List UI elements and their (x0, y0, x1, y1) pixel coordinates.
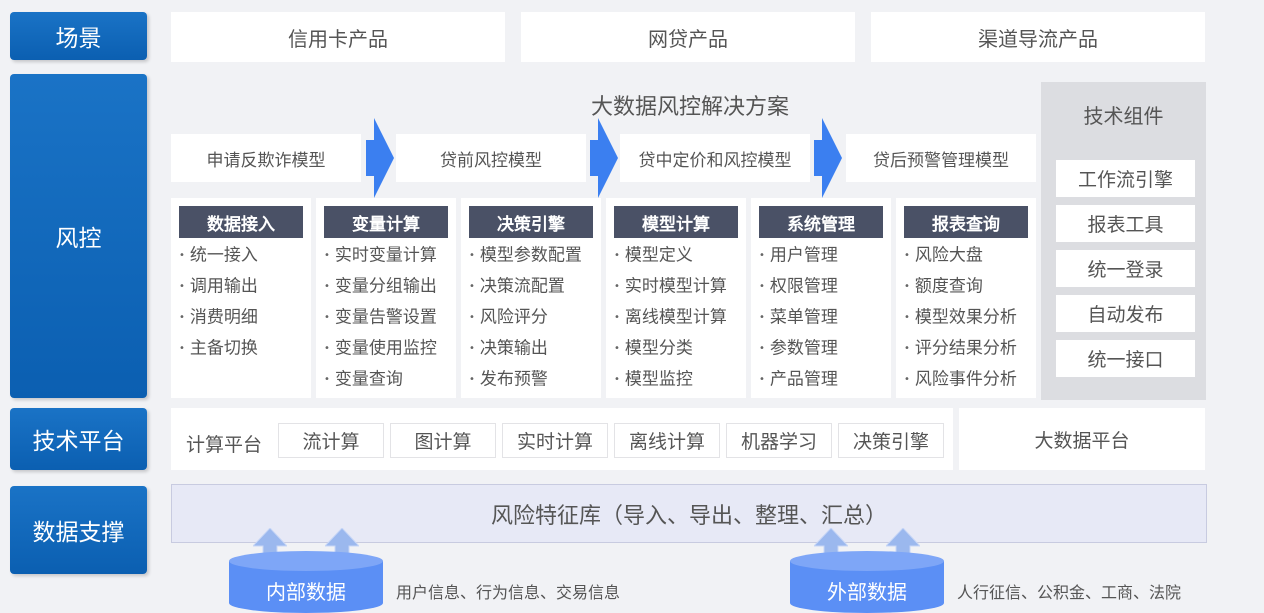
list-item: • 消费明细 (179, 307, 258, 328)
scene-online-loan: 网贷产品 (521, 12, 855, 62)
internal-data-label: 内部数据 (266, 580, 346, 604)
list-item: • 变量分组输出 (324, 276, 437, 297)
list-item: • 离线模型计算 (614, 307, 727, 328)
list-item: • 决策输出 (469, 338, 548, 359)
external-data-label: 外部数据 (827, 580, 907, 604)
list-item: • 决策流配置 (469, 276, 565, 297)
platform-graph: 图计算 (390, 423, 496, 458)
model-post-loan: 贷后预警管理模型 (846, 134, 1036, 182)
module-title: 模型计算 (614, 206, 738, 238)
sidebar-data-support: 数据支撑 (10, 486, 147, 574)
tech-item-sso: 统一登录 (1056, 250, 1195, 287)
module-data-access: 数据接入 • 统一接入 • 调用输出 • 消费明细 • 主备切换 (171, 198, 311, 398)
platform-offline: 离线计算 (614, 423, 720, 458)
tech-item-workflow: 工作流引擎 (1056, 160, 1195, 197)
list-item: • 模型参数配置 (469, 245, 582, 266)
list-item: • 模型分类 (614, 338, 693, 359)
model-anti-fraud: 申请反欺诈模型 (171, 134, 361, 182)
scene-credit-card: 信用卡产品 (171, 12, 505, 62)
list-item: • 菜单管理 (759, 307, 838, 328)
tech-components-panel: 技术组件 工作流引擎 报表工具 统一登录 自动发布 统一接口 (1041, 82, 1206, 400)
list-item: • 主备切换 (179, 338, 258, 359)
list-item: • 调用输出 (179, 276, 258, 297)
module-system-mgmt: 系统管理 • 用户管理 • 权限管理 • 菜单管理 • 参数管理 • 产品管理 (751, 198, 891, 398)
external-data-desc: 人行征信、公积金、工商、法院 (957, 583, 1182, 602)
list-item: • 变量告警设置 (324, 307, 437, 328)
list-item: • 权限管理 (759, 276, 838, 297)
model-in-loan: 贷中定价和风控模型 (620, 134, 810, 182)
platform-ml: 机器学习 (726, 423, 832, 458)
list-item: • 风险评分 (469, 307, 548, 328)
module-model-calc: 模型计算 • 模型定义 • 实时模型计算 • 离线模型计算 • 模型分类 • 模型监控 (606, 198, 746, 398)
tech-item-auto-deploy: 自动发布 (1056, 295, 1195, 332)
list-item: • 风险事件分析 (904, 369, 1017, 390)
list-item: • 发布预警 (469, 369, 548, 390)
list-item: • 统一接入 (179, 245, 258, 266)
compute-platform-label: 计算平台 (186, 434, 263, 456)
big-data-platform: 大数据平台 (959, 408, 1205, 470)
list-item: • 产品管理 (759, 369, 838, 390)
scene-channel: 渠道导流产品 (871, 12, 1205, 62)
platform-decision: 决策引擎 (838, 423, 944, 458)
internal-data-desc: 用户信息、行为信息、交易信息 (396, 583, 621, 602)
tech-item-unified-api: 统一接口 (1056, 340, 1195, 377)
module-title: 系统管理 (759, 206, 883, 238)
module-title: 数据接入 (179, 206, 303, 238)
list-item: • 模型效果分析 (904, 307, 1017, 328)
platform-stream: 流计算 (278, 423, 384, 458)
arrow-right-icon (590, 118, 618, 198)
module-report-query: 报表查询 • 风险大盘 • 额度查询 • 模型效果分析 • 评分结果分析 • 风险事件分析 (896, 198, 1036, 398)
module-title: 变量计算 (324, 206, 448, 238)
list-item: • 变量查询 (324, 369, 403, 390)
module-decision-engine: 决策引擎 • 模型参数配置 • 决策流配置 • 风险评分 • 决策输出 • 发布预警 (461, 198, 601, 398)
arrow-right-icon (814, 118, 842, 198)
list-item: • 评分结果分析 (904, 338, 1017, 359)
module-title: 报表查询 (904, 206, 1028, 238)
arrow-right-icon (366, 118, 394, 198)
model-pre-loan: 贷前风控模型 (396, 134, 586, 182)
platform-realtime: 实时计算 (502, 423, 608, 458)
list-item: • 参数管理 (759, 338, 838, 359)
list-item: • 变量使用监控 (324, 338, 437, 359)
list-item: • 实时变量计算 (324, 245, 437, 266)
list-item: • 模型监控 (614, 369, 693, 390)
risk-title: 大数据风控解决方案 (590, 95, 789, 120)
list-item: • 实时模型计算 (614, 276, 727, 297)
tech-item-report-tool: 报表工具 (1056, 205, 1195, 242)
tech-components-title: 技术组件 (1083, 104, 1164, 128)
list-item: • 额度查询 (904, 276, 983, 297)
list-item: • 模型定义 (614, 245, 693, 266)
module-title: 决策引擎 (469, 206, 593, 238)
sidebar-tech-platform: 技术平台 (10, 408, 147, 470)
sidebar-risk: 风控 (10, 74, 147, 398)
sidebar-scene: 场景 (10, 12, 147, 60)
list-item: • 用户管理 (759, 245, 838, 266)
list-item: • 风险大盘 (904, 245, 983, 266)
module-variable-calc: 变量计算 • 实时变量计算 • 变量分组输出 • 变量告警设置 • 变量使用监控 • 变量… (316, 198, 456, 398)
